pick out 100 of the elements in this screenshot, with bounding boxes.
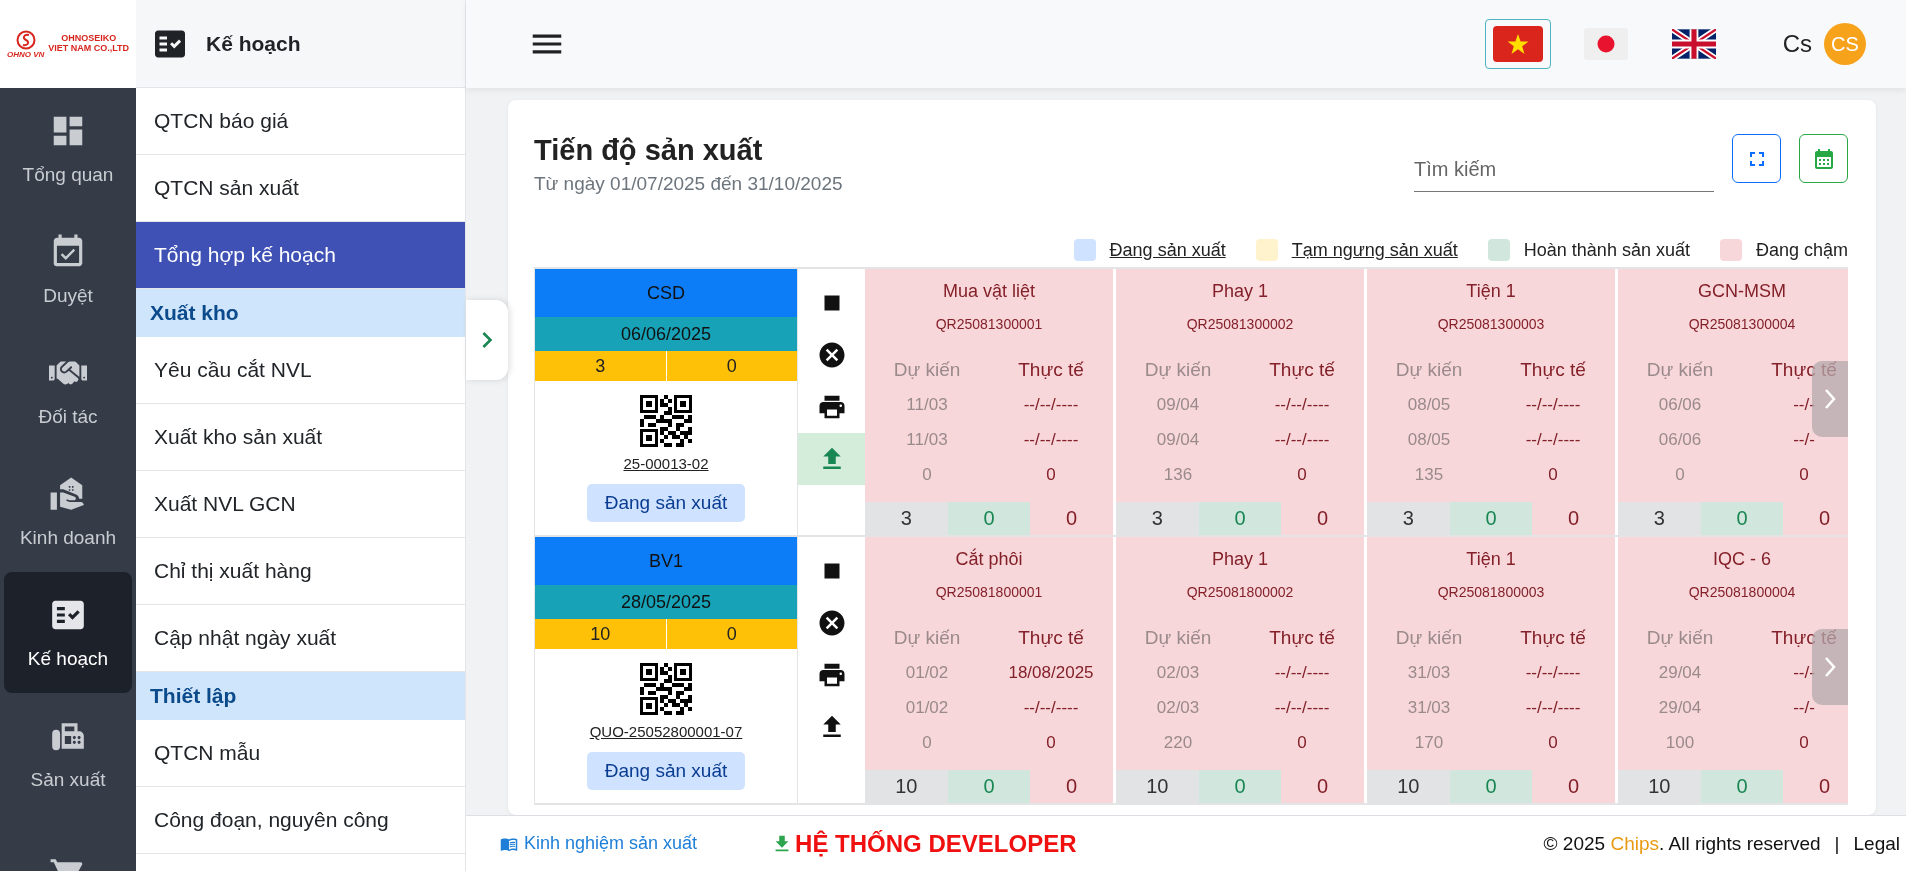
nav-label: Tổng quan bbox=[22, 163, 114, 186]
actual-value: 0 bbox=[1046, 731, 1056, 754]
menu-title: Kế hoạch bbox=[206, 31, 301, 56]
nav-label: Duyệt bbox=[43, 284, 93, 307]
actual-value: 18/08/2025 bbox=[1008, 661, 1094, 684]
nav-item[interactable]: Đối tác bbox=[4, 330, 132, 451]
planned-value: 06/06 bbox=[1658, 428, 1702, 451]
search-field[interactable]: Tìm kiếm bbox=[1414, 148, 1714, 192]
nav-item[interactable]: Tổng quan bbox=[4, 88, 132, 209]
stage-name: Cắt phôi bbox=[954, 549, 1024, 570]
stage-code: QR25081800001 bbox=[934, 584, 1044, 600]
stage-name: IQC - 6 bbox=[1712, 549, 1772, 570]
planned-header: Dự kiến bbox=[1144, 357, 1212, 382]
planned-value: 100 bbox=[1665, 731, 1695, 754]
count-value: 0 bbox=[947, 502, 1031, 535]
actual-value: --/--/---- bbox=[1274, 393, 1330, 416]
uk-flag-icon bbox=[1671, 29, 1716, 59]
actual-value: --/--/---- bbox=[1525, 393, 1581, 416]
planned-value: 0 bbox=[922, 463, 932, 486]
planned-header: Dự kiến bbox=[1144, 625, 1212, 650]
actual-value: --/--/---- bbox=[1023, 428, 1079, 451]
planned-header: Dự kiến bbox=[893, 357, 961, 382]
nav-label: Kinh doanh bbox=[19, 526, 117, 549]
planned-value: 06/06 bbox=[1658, 393, 1702, 416]
fullscreen-button[interactable] bbox=[1732, 134, 1781, 183]
planned-value: 11/03 bbox=[906, 428, 948, 451]
nav-item[interactable]: Kế hoạch bbox=[4, 572, 132, 693]
stage-code: QR25081300002 bbox=[1185, 316, 1295, 332]
nav-label: Đối tác bbox=[38, 405, 98, 428]
planned-header: Dự kiến bbox=[1646, 625, 1714, 650]
planned-value: 08/05 bbox=[1407, 428, 1451, 451]
count-value: 3 bbox=[1367, 502, 1450, 535]
actual-value: --/--/---- bbox=[1525, 661, 1581, 684]
count-value: 10 bbox=[1116, 770, 1199, 803]
planned-header: Dự kiến bbox=[893, 625, 961, 650]
count-value: 0 bbox=[947, 770, 1031, 803]
order-code: BV1 bbox=[535, 537, 797, 585]
actual-value: --/- bbox=[1793, 661, 1815, 684]
stage-name: Tiện 1 bbox=[1465, 281, 1517, 302]
logo-caption: OHNO VN bbox=[6, 49, 45, 59]
experience-link[interactable]: Kinh nghiệm sản xuất bbox=[500, 833, 698, 854]
developer-label: HỆ THỐNG DEVELOPER bbox=[795, 829, 1077, 858]
stage-code: QR25081300001 bbox=[934, 316, 1044, 332]
actual-value: 0 bbox=[1046, 463, 1056, 486]
legal-link[interactable]: Legal bbox=[1853, 832, 1900, 855]
company-name: VIET NAM CO.,LTD bbox=[48, 44, 130, 54]
planned-value: 01/02 bbox=[905, 696, 949, 719]
count-value: 0 bbox=[1449, 770, 1533, 803]
actual-value: --/- bbox=[1793, 696, 1815, 719]
count-value: 10 bbox=[1367, 770, 1450, 803]
count-value: 3 bbox=[865, 502, 948, 535]
menu-section: Thiết lập bbox=[136, 672, 465, 720]
count-value: 0 bbox=[1700, 502, 1784, 535]
qr-code-icon bbox=[640, 663, 692, 715]
actual-value: --/--/---- bbox=[1274, 696, 1330, 719]
planned-value: 02/03 bbox=[1156, 696, 1200, 719]
menu-item[interactable]: Tổng hợp kế hoạch bbox=[136, 222, 465, 289]
calendar-button[interactable] bbox=[1799, 134, 1848, 183]
planned-value: 0 bbox=[922, 731, 932, 754]
status-badge: Đang sản xuất bbox=[586, 752, 746, 790]
order-number-link[interactable]: 25-00013-02 bbox=[623, 455, 709, 472]
vietnam-flag-icon bbox=[1492, 26, 1543, 62]
company-name: OHNOSEIKO bbox=[61, 34, 117, 44]
planned-header: Dự kiến bbox=[1646, 357, 1714, 382]
nav-item[interactable]: Kinh doanh bbox=[4, 451, 132, 572]
planned-value: 136 bbox=[1163, 463, 1193, 486]
count-value: 0 bbox=[1449, 502, 1533, 535]
quantity: 0 bbox=[725, 622, 738, 646]
count-value: 0 bbox=[1198, 770, 1282, 803]
order-number-link[interactable]: QUO-25052800001-07 bbox=[589, 723, 743, 740]
planned-value: 11/03 bbox=[906, 393, 948, 416]
nav-item[interactable]: Duyệt bbox=[4, 209, 132, 330]
stage-code: QR25081800002 bbox=[1185, 584, 1295, 600]
planned-value: 0 bbox=[1675, 463, 1685, 486]
nav-item[interactable]: Sản xuất bbox=[4, 693, 132, 814]
status-badge: Đang sản xuất bbox=[586, 484, 746, 522]
chevron-right-icon bbox=[1824, 388, 1836, 410]
page-title: Tiến độ sản xuất bbox=[534, 134, 764, 167]
separator: | bbox=[1834, 832, 1840, 855]
actual-value: 0 bbox=[1548, 463, 1558, 486]
user-name: Cs bbox=[1782, 30, 1812, 58]
actual-header: Thực tế bbox=[1520, 625, 1586, 650]
qr-code-icon bbox=[640, 395, 692, 447]
planned-value: 09/04 bbox=[1156, 428, 1200, 451]
nav-label: Sản xuất bbox=[30, 768, 106, 791]
copyright-text: © 2025 Chips. All rights reserved bbox=[1543, 832, 1821, 855]
planned-value: 01/02 bbox=[905, 661, 949, 684]
actual-header: Thực tế bbox=[1520, 357, 1586, 382]
stage-code: QR25081800004 bbox=[1687, 584, 1797, 600]
order-date: 28/05/2025 bbox=[535, 585, 797, 619]
date-range: Từ ngày 01/07/2025 đến 31/10/2025 bbox=[534, 173, 844, 195]
actual-header: Thực tế bbox=[1269, 625, 1335, 650]
legend-link[interactable]: Tạm ngưng sản xuất bbox=[1291, 239, 1458, 261]
actual-value: --/- bbox=[1793, 428, 1815, 451]
planned-value: 31/03 bbox=[1407, 661, 1451, 684]
chevron-right-icon bbox=[1824, 656, 1836, 678]
planned-value: 09/04 bbox=[1156, 393, 1200, 416]
actual-header: Thực tế bbox=[1018, 625, 1084, 650]
legend-link[interactable]: Đang sản xuất bbox=[1109, 239, 1226, 261]
quantity: 10 bbox=[535, 619, 667, 649]
